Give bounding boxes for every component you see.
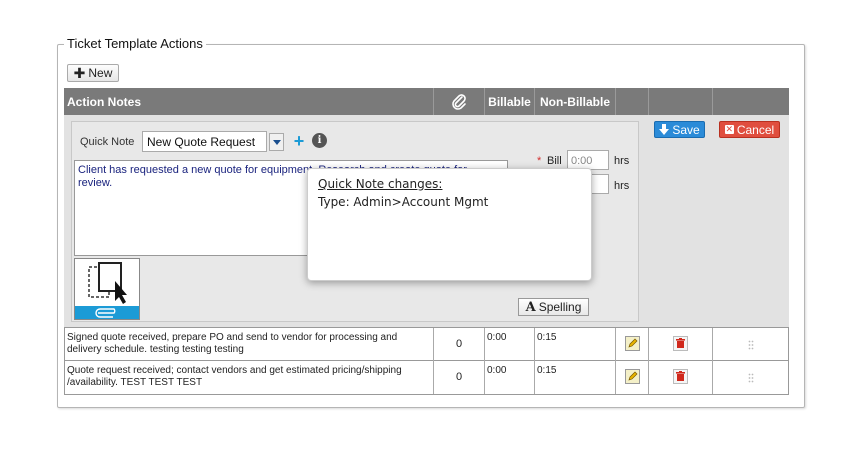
drag-cell: [713, 328, 789, 361]
edit-cell: [616, 328, 649, 361]
arrow-down-icon: [659, 124, 670, 135]
attachment-bar: [75, 306, 139, 319]
quick-note-changes-popup: Quick Note changes: Type: Admin>Account …: [307, 168, 592, 281]
cancel-label: Cancel: [736, 122, 775, 137]
header-action-notes[interactable]: Action Notes: [64, 88, 434, 115]
new-button-label: New: [88, 66, 113, 80]
delete-cell: [649, 361, 713, 394]
new-button[interactable]: ✚ New: [67, 64, 119, 82]
table-row[interactable]: Signed quote received, prepare PO and se…: [64, 327, 789, 361]
delete-cell: [649, 328, 713, 361]
popup-body: Type: Admin>Account Mgmt: [318, 195, 489, 209]
non-bill-hrs-label: hrs: [614, 180, 630, 192]
required-marker: *: [537, 155, 542, 167]
spelling-button[interactable]: A Spelling: [518, 298, 589, 316]
trash-icon[interactable]: [673, 336, 688, 351]
edit-pencil-icon[interactable]: [624, 336, 640, 351]
drag-handle-icon[interactable]: [748, 340, 754, 350]
bill-hours-input[interactable]: 0:00: [567, 150, 609, 170]
row-notes: Signed quote received, prepare PO and se…: [64, 328, 434, 361]
edit-cell: [616, 361, 649, 394]
row-attachments: 0: [434, 361, 485, 394]
edit-pencil-icon[interactable]: [624, 369, 640, 384]
quick-note-dropdown[interactable]: [269, 133, 284, 151]
plus-icon: ✚: [73, 65, 86, 81]
grid-header: Action Notes Billable Non-Billable: [64, 88, 789, 115]
header-drag-column: [713, 88, 789, 115]
bill-hrs-label: hrs: [614, 155, 630, 167]
quick-note-label: Quick Note: [80, 136, 135, 148]
row-billable: 0:00: [485, 328, 535, 361]
header-edit-column: [616, 88, 649, 115]
quick-note-input[interactable]: New Quote Request: [142, 131, 267, 152]
header-attachments: [434, 88, 485, 115]
row-billable: 0:00: [485, 361, 535, 394]
popup-title: Quick Note changes:: [318, 177, 443, 191]
save-label: Save: [672, 122, 700, 137]
spelling-label: Spelling: [538, 300, 582, 314]
row-non-billable: 0:15: [535, 328, 616, 361]
close-icon: ✕: [724, 124, 734, 134]
add-quick-note-icon[interactable]: +: [292, 132, 306, 150]
trash-icon[interactable]: [673, 369, 688, 384]
table-row[interactable]: Quote request received; contact vendors …: [64, 361, 789, 395]
header-billable[interactable]: Billable: [485, 88, 535, 115]
header-non-billable[interactable]: Non-Billable: [535, 88, 616, 115]
drag-cell: [713, 361, 789, 394]
drag-drop-icon: [88, 262, 127, 304]
section-title: Ticket Template Actions: [64, 36, 206, 51]
chevron-down-icon: [272, 139, 281, 145]
spelling-icon: A: [525, 299, 536, 315]
save-button[interactable]: Save: [654, 121, 705, 138]
paperclip-icon: [452, 93, 466, 110]
row-notes: Quote request received; contact vendors …: [64, 361, 434, 394]
row-attachments: 0: [434, 328, 485, 361]
info-icon[interactable]: i: [312, 133, 327, 148]
paperclip-icon: [95, 307, 116, 318]
bill-label: Bill: [547, 155, 562, 167]
cancel-button[interactable]: ✕ Cancel: [719, 121, 780, 138]
row-non-billable: 0:15: [535, 361, 616, 394]
header-delete-column: [649, 88, 713, 115]
drag-handle-icon[interactable]: [748, 373, 754, 383]
table-border-right: [788, 327, 789, 395]
table-border-left: [64, 327, 65, 395]
attachment-dropzone[interactable]: [74, 258, 140, 320]
